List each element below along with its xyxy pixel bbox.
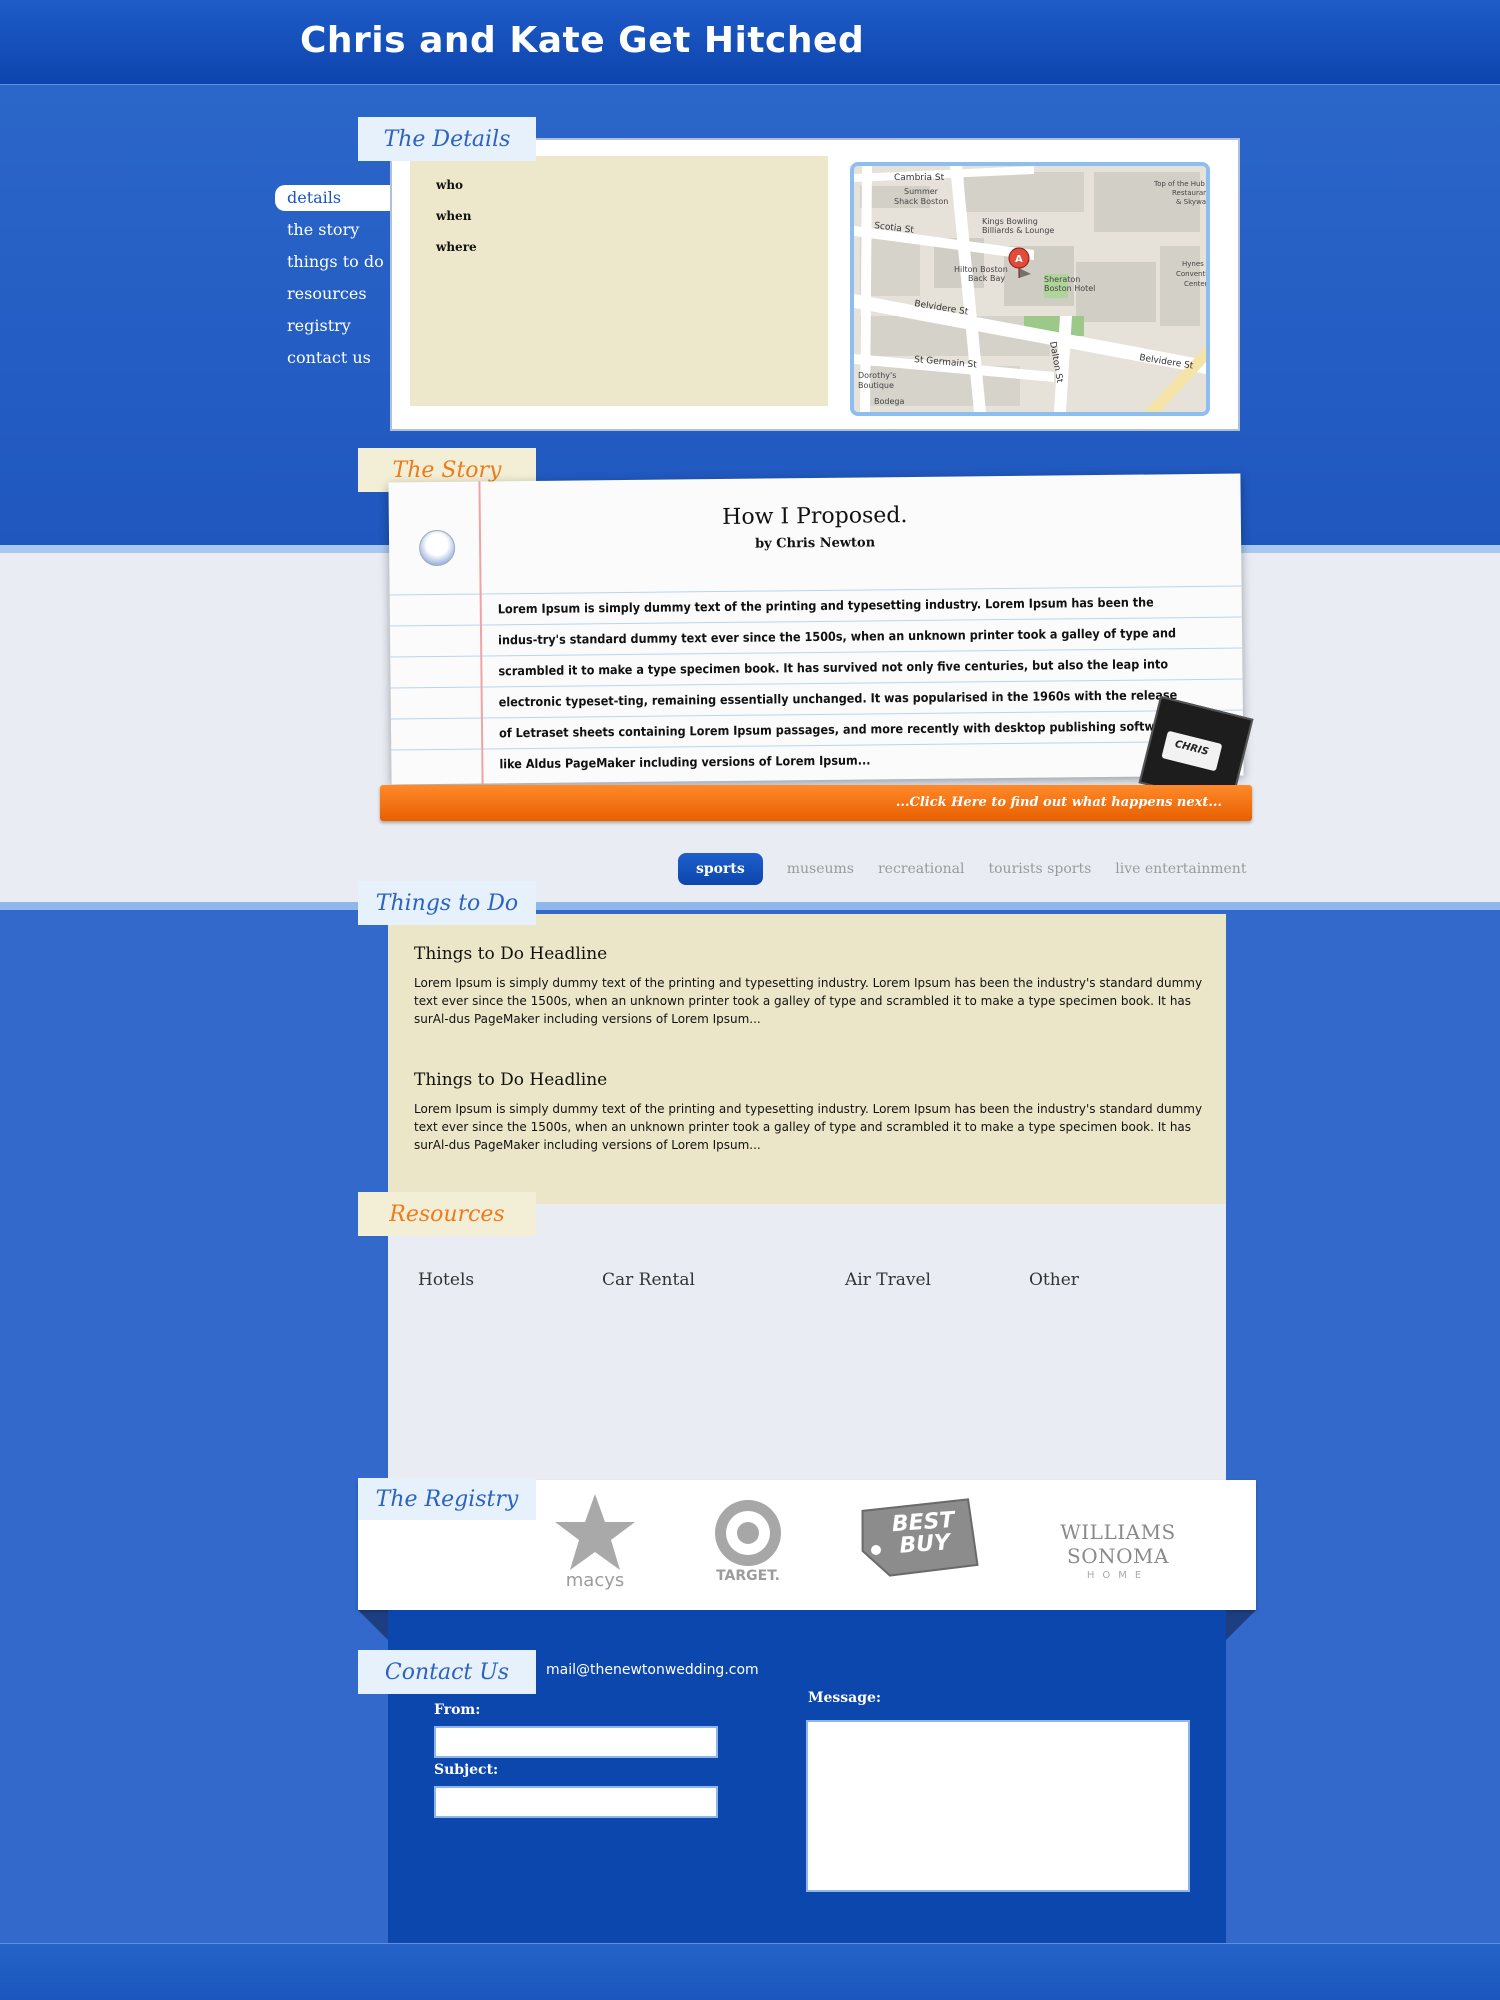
svg-text:Bodega: Bodega <box>874 397 904 406</box>
macys-star-logo[interactable]: macys <box>550 1492 640 1591</box>
svg-text:Kings Bowling: Kings Bowling <box>982 217 1038 226</box>
resources-air-travel[interactable]: Air Travel <box>845 1270 931 1290</box>
filter-museums[interactable]: museums <box>787 861 854 877</box>
svg-text:Boutique: Boutique <box>858 381 894 390</box>
resources-other[interactable]: Other <box>1029 1270 1079 1290</box>
williams-sonoma-sub: HOME <box>1086 1570 1150 1581</box>
things-to-do-panel: Things to Do Headline Lorem Ipsum is sim… <box>388 914 1226 1204</box>
target-bullseye-logo[interactable]: TARGET. <box>708 1498 788 1584</box>
best-buy-label: BEST BUY <box>891 1507 956 1559</box>
nav-item-contact-us[interactable]: contact us <box>275 345 395 377</box>
svg-text:Boston Hotel: Boston Hotel <box>1044 284 1095 293</box>
resources-hotels[interactable]: Hotels <box>418 1270 474 1290</box>
message-textarea[interactable] <box>806 1720 1190 1892</box>
svg-text:Restaurant: Restaurant <box>1172 189 1206 197</box>
things-body-1: Lorem Ipsum is simply dummy text of the … <box>414 976 1203 1026</box>
read-more-button[interactable]: ...Click Here to find out what happens n… <box>380 785 1252 821</box>
contact-email-link[interactable]: mail@thenewtonwedding.com <box>546 1662 759 1678</box>
details-who: who <box>436 178 464 192</box>
tab-contact-us: Contact Us <box>358 1650 536 1694</box>
svg-text:Hilton Boston: Hilton Boston <box>954 265 1008 274</box>
things-headline-2: Things to Do Headline <box>414 1070 608 1090</box>
details-info-box: who when where <box>410 156 828 406</box>
svg-text:Cambria St: Cambria St <box>894 173 945 183</box>
map-graphic: Cambria St Scotia St Belvidere St Belvid… <box>854 166 1206 412</box>
registry-fold-left <box>358 1610 388 1640</box>
macys-label: macys <box>565 1570 625 1591</box>
story-body: Lorem Ipsum is simply dummy text of the … <box>497 594 1178 772</box>
svg-text:Shack Boston: Shack Boston <box>894 197 948 206</box>
best-buy-tag-logo[interactable]: BEST BUY <box>858 1498 982 1578</box>
from-label: From: <box>434 1702 481 1718</box>
subject-label: Subject: <box>434 1762 499 1778</box>
filter-tourists-sports[interactable]: tourists sports <box>989 861 1092 877</box>
svg-text:Dorothy's: Dorothy's <box>858 371 896 380</box>
story-byline: by Chris Newton <box>754 535 876 552</box>
svg-text:& Skywalk: & Skywalk <box>1176 198 1206 206</box>
tab-the-registry: The Registry <box>358 1478 536 1520</box>
svg-text:Center: Center <box>1184 280 1206 288</box>
main-nav: details the story things to do resources… <box>275 185 395 377</box>
details-where: where <box>436 240 477 254</box>
resources-panel: Hotels Car Rental Air Travel Other <box>388 1204 1226 1480</box>
nav-item-the-story[interactable]: the story <box>275 217 395 249</box>
from-input[interactable] <box>434 1726 718 1758</box>
details-panel: who when where Cambria St Scotia St Belv… <box>390 138 1240 431</box>
williams-sonoma-label: WILLIAMS SONOMA <box>1060 1520 1176 1568</box>
footer-bar <box>0 1943 1500 2000</box>
tab-things-to-do: Things to Do <box>358 881 536 925</box>
subject-input[interactable] <box>434 1786 718 1818</box>
svg-text:Convention: Convention <box>1176 270 1206 278</box>
things-headline-1: Things to Do Headline <box>414 944 608 964</box>
svg-text:A: A <box>1015 254 1023 265</box>
nav-item-details[interactable]: details <box>275 185 395 211</box>
svg-text:Sheraton: Sheraton <box>1044 275 1080 284</box>
nav-item-registry[interactable]: registry <box>275 313 395 345</box>
filter-live-entertainment[interactable]: live entertainment <box>1115 861 1246 877</box>
filter-recreational[interactable]: recreational <box>878 861 965 877</box>
story-title: How I Proposed. <box>722 503 908 530</box>
svg-text:Billiards & Lounge: Billiards & Lounge <box>982 226 1054 235</box>
notebook-label: CHRIS <box>1173 738 1210 758</box>
story-notebook-paper: How I Proposed. by Chris Newton Lorem Ip… <box>388 473 1244 785</box>
svg-text:Hynes: Hynes <box>1182 260 1204 268</box>
target-label: TARGET. <box>716 1568 780 1584</box>
svg-text:Top of the Hub: Top of the Hub <box>1153 180 1205 188</box>
svg-text:Back Bay: Back Bay <box>968 274 1005 283</box>
location-map[interactable]: Cambria St Scotia St Belvidere St Belvid… <box>850 162 1210 416</box>
resources-car-rental[interactable]: Car Rental <box>602 1270 695 1290</box>
filter-sports[interactable]: sports <box>678 853 763 885</box>
tab-the-details: The Details <box>358 117 536 161</box>
things-body-2: Lorem Ipsum is simply dummy text of the … <box>414 1102 1203 1152</box>
williams-sonoma-logo[interactable]: WILLIAMS SONOMA HOME <box>1028 1520 1208 1581</box>
nav-item-things-to-do[interactable]: things to do <box>275 249 395 281</box>
activity-filter-tabs: sports museums recreational tourists spo… <box>678 850 1270 888</box>
tab-resources: Resources <box>358 1192 536 1236</box>
svg-text:Summer: Summer <box>904 187 939 196</box>
registry-fold-right <box>1226 1610 1256 1640</box>
message-label: Message: <box>808 1690 882 1706</box>
site-title: Chris and Kate Get Hitched <box>300 20 865 61</box>
nav-item-resources[interactable]: resources <box>275 281 395 313</box>
details-when: when <box>436 209 472 223</box>
